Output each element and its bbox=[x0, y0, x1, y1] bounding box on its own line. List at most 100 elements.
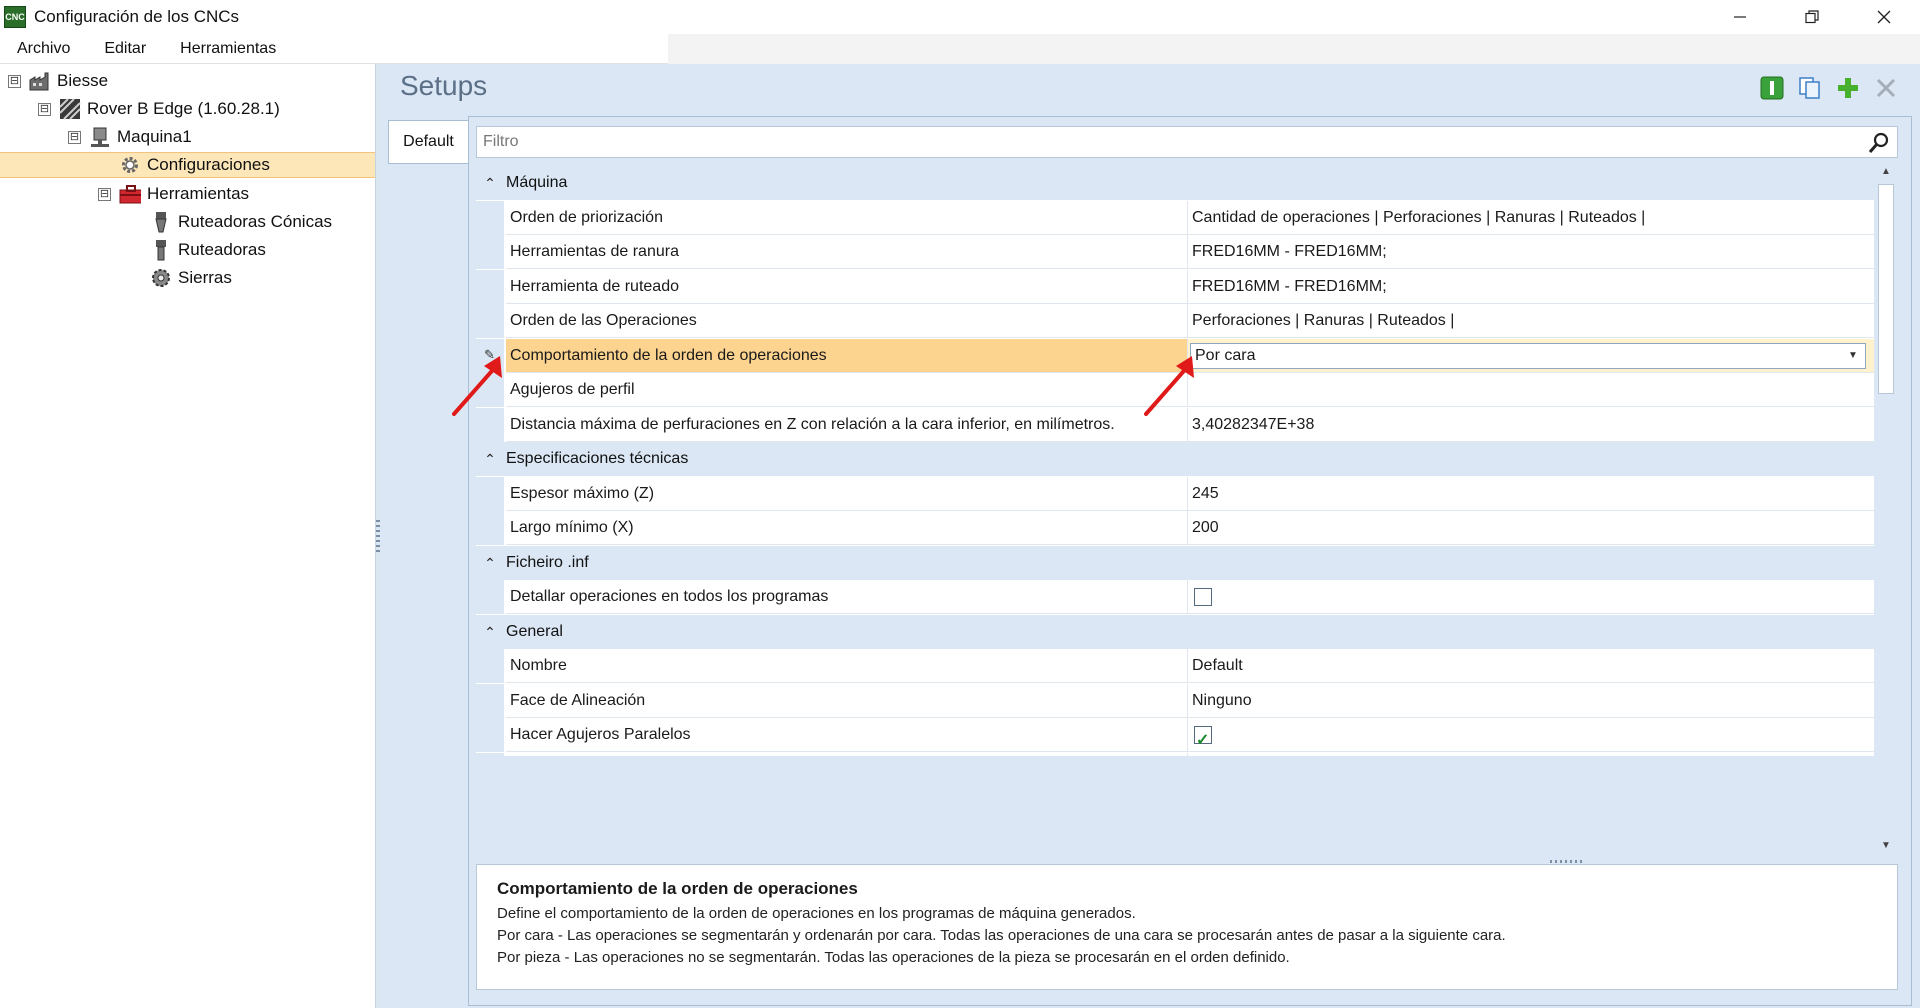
property-row[interactable]: Face de Alineación Ninguno bbox=[476, 684, 1874, 718]
collapse-chevron-icon[interactable]: ⌃ bbox=[476, 451, 504, 468]
property-row[interactable]: Herramientas de ranura FRED16MM - FRED16M… bbox=[476, 235, 1874, 269]
gear-icon bbox=[119, 154, 141, 176]
tree-item-maquina1[interactable]: ⊟ Maquina1 bbox=[68, 124, 192, 150]
category-row[interactable]: ⌃ Especificaciones técnicas bbox=[476, 442, 1874, 476]
page-title: Setups bbox=[400, 70, 488, 101]
close-button[interactable] bbox=[1848, 0, 1920, 34]
property-row[interactable]: Espesor máximo (Z) 245 bbox=[476, 477, 1874, 511]
property-row[interactable]: Hacer perforaciones✓ bbox=[476, 753, 1874, 756]
category-label: Máquina bbox=[506, 174, 568, 191]
menu-archivo[interactable]: Archivo bbox=[0, 40, 87, 58]
category-row[interactable]: ⌃ Máquina bbox=[476, 166, 1874, 200]
machine-head-icon bbox=[89, 126, 111, 148]
row-margin bbox=[476, 649, 504, 683]
help-panel: Comportamiento de la orden de operacione… bbox=[476, 864, 1898, 990]
property-value[interactable]: 200 bbox=[1188, 511, 1874, 545]
property-row[interactable]: Orden de las Operaciones Perforaciones | … bbox=[476, 304, 1874, 338]
filter-input[interactable] bbox=[483, 133, 1853, 151]
property-value[interactable]: 3,40282347E+38 bbox=[1188, 408, 1874, 442]
tree-item-sierras[interactable]: Sierras bbox=[150, 265, 232, 291]
collapse-icon[interactable]: ⊟ bbox=[8, 74, 21, 88]
property-value[interactable]: Ninguno bbox=[1188, 684, 1874, 718]
info-button[interactable] bbox=[1758, 74, 1786, 102]
grid-scrollbar[interactable]: ▲ ▼ bbox=[1874, 166, 1898, 856]
menu-editar[interactable]: Editar bbox=[87, 40, 163, 58]
checkbox-checked[interactable]: ✓ bbox=[1194, 726, 1212, 749]
row-margin bbox=[476, 304, 504, 338]
window-title: Configuración de los CNCs bbox=[34, 7, 240, 26]
chevron-down-icon[interactable]: ▼ bbox=[1843, 346, 1863, 366]
tree-item-biesse[interactable]: ⊟ Biesse bbox=[8, 68, 108, 94]
scroll-down-icon[interactable]: ▼ bbox=[1874, 840, 1898, 856]
scrollbar-thumb[interactable] bbox=[1878, 184, 1894, 394]
tree-item-herramientas[interactable]: ⊟ Herramientas bbox=[98, 181, 249, 207]
collapse-chevron-icon[interactable]: ⌃ bbox=[476, 555, 504, 572]
category-row[interactable]: ⌃ Ficheiro .inf bbox=[476, 546, 1874, 580]
help-splitter-grip[interactable] bbox=[1550, 860, 1582, 863]
property-value[interactable]: Default bbox=[1188, 649, 1874, 683]
collapse-icon[interactable]: ⊟ bbox=[68, 130, 81, 144]
row-margin bbox=[476, 201, 504, 235]
checkbox-unchecked[interactable] bbox=[1194, 588, 1212, 606]
collapse-icon[interactable]: ⊟ bbox=[98, 187, 111, 201]
toolbox-icon bbox=[119, 183, 141, 205]
saw-icon bbox=[150, 267, 172, 289]
scroll-up-icon[interactable]: ▲ bbox=[1874, 166, 1898, 182]
tree-item-label: Maquina1 bbox=[117, 127, 192, 146]
tree-item-label: Biesse bbox=[57, 71, 109, 90]
property-value[interactable]: FRED16MM - FRED16MM; bbox=[1188, 235, 1874, 269]
machine-tree: ⊟ Biesse ⊟ Rover B Edge (1.60.28.1) ⊟ Ma… bbox=[0, 64, 376, 1008]
collapse-chevron-icon[interactable]: ⌃ bbox=[476, 175, 504, 192]
property-row[interactable]: Detallar operaciones en todos los progra… bbox=[476, 580, 1874, 614]
property-value[interactable]: 245 bbox=[1188, 477, 1874, 511]
delete-button[interactable] bbox=[1872, 74, 1900, 102]
row-margin bbox=[476, 270, 504, 304]
property-value[interactable]: FRED16MM - FRED16MM; bbox=[1188, 270, 1874, 304]
minimize-icon bbox=[1734, 16, 1746, 18]
title-bar: CNC Configuración de los CNCs bbox=[0, 0, 1920, 34]
setups-panel: Setups Default ⌃MáquinaOrden de prioriza… bbox=[380, 64, 1920, 1008]
tree-item-label: Ruteadoras Cónicas bbox=[178, 212, 333, 231]
restore-icon bbox=[1805, 10, 1819, 24]
tree-item-ruteadoras-conicas[interactable]: Ruteadoras Cónicas bbox=[150, 209, 332, 235]
copy-button[interactable] bbox=[1796, 74, 1824, 102]
minimize-button[interactable] bbox=[1704, 0, 1776, 34]
property-row[interactable]: Hacer Agujeros Paralelos ✓ bbox=[476, 718, 1874, 752]
property-row[interactable]: Herramienta de ruteado FRED16MM - FRED16M… bbox=[476, 270, 1874, 304]
add-button[interactable] bbox=[1834, 74, 1862, 102]
help-splitter[interactable] bbox=[476, 856, 1898, 862]
help-line: Por cara - Las operaciones se segmentará… bbox=[497, 927, 1506, 944]
check-icon: ✓ bbox=[1196, 732, 1210, 749]
property-name: Herramientas de ranura bbox=[506, 235, 1188, 269]
category-row[interactable]: ⌃ General bbox=[476, 615, 1874, 649]
conical-router-icon bbox=[150, 211, 172, 233]
delete-icon bbox=[1876, 78, 1896, 98]
tab-default[interactable]: Default bbox=[388, 120, 468, 164]
property-value[interactable]: Cantidad de operaciones | Perforaciones … bbox=[1188, 201, 1874, 235]
property-row[interactable]: ✎ Comportamiento de la orden de operacion… bbox=[476, 339, 1874, 373]
property-value: ✓ bbox=[1188, 753, 1874, 756]
row-margin bbox=[476, 684, 504, 718]
add-icon bbox=[1838, 78, 1858, 98]
collapse-icon[interactable]: ⊟ bbox=[38, 102, 51, 116]
search-icon[interactable] bbox=[1867, 131, 1891, 155]
restore-button[interactable] bbox=[1776, 0, 1848, 34]
property-row[interactable]: Largo mínimo (X) 200 bbox=[476, 511, 1874, 545]
order-behavior-dropdown[interactable]: Por cara ▼ bbox=[1190, 343, 1866, 369]
property-row[interactable]: Orden de priorización Cantidad de operaci… bbox=[476, 201, 1874, 235]
menu-herramientas[interactable]: Herramientas bbox=[163, 40, 293, 58]
tree-item-configuraciones[interactable]: Configuraciones bbox=[0, 152, 375, 178]
property-value[interactable]: Perforaciones | Ranuras | Ruteados | bbox=[1188, 304, 1874, 338]
property-name: Hacer perforaciones bbox=[506, 753, 1188, 756]
filter-box bbox=[476, 126, 1898, 158]
collapse-chevron-icon[interactable]: ⌃ bbox=[476, 624, 504, 641]
dropdown-value: Por cara bbox=[1195, 347, 1256, 364]
property-value[interactable] bbox=[1188, 373, 1874, 407]
help-line: Define el comportamiento de la orden de … bbox=[497, 905, 1136, 922]
tree-item-rover-b-edge[interactable]: ⊟ Rover B Edge (1.60.28.1) bbox=[38, 96, 280, 122]
property-row[interactable]: Distancia máxima de perfuraciones en Z c… bbox=[476, 408, 1874, 442]
property-row[interactable]: Agujeros de perfil bbox=[476, 373, 1874, 407]
property-row[interactable]: Nombre Default bbox=[476, 649, 1874, 683]
tree-item-label: Herramientas bbox=[147, 184, 250, 203]
tree-item-ruteadoras[interactable]: Ruteadoras bbox=[150, 237, 266, 263]
